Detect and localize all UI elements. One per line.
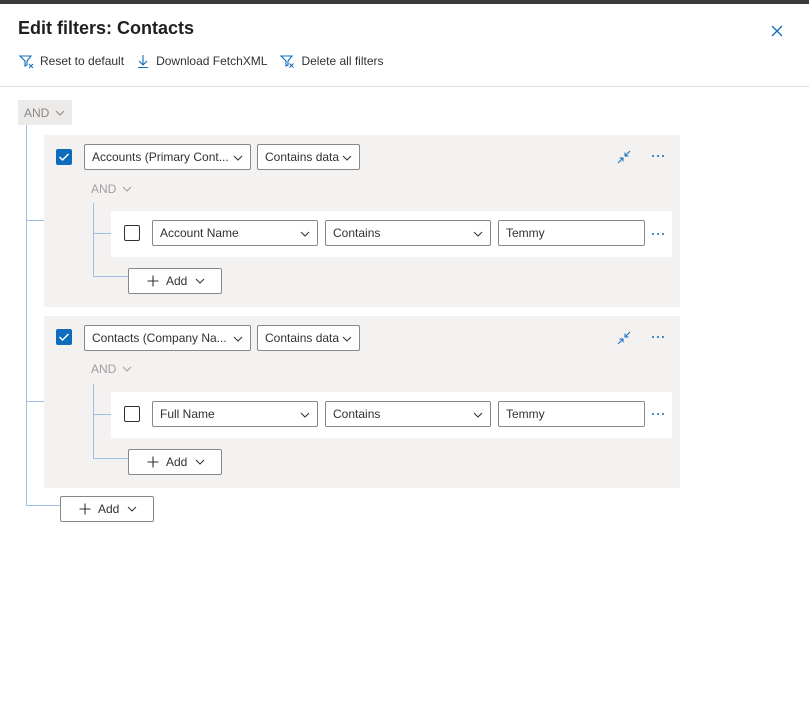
inner-operator-label: AND (91, 182, 117, 196)
chevron-down-icon (196, 278, 205, 284)
add-button[interactable]: Add (128, 449, 222, 475)
group-checkbox[interactable] (56, 149, 72, 165)
collapse-icon[interactable] (616, 149, 632, 165)
filter-delete-icon (280, 55, 295, 68)
more-options-icon[interactable] (648, 148, 668, 164)
root-add-label: Add (98, 502, 120, 516)
more-options-icon[interactable] (648, 226, 668, 242)
more-options-icon[interactable] (648, 329, 668, 345)
add-button[interactable]: Add (128, 268, 222, 294)
group-checkbox[interactable] (56, 329, 72, 345)
row-value-text: Temmy (506, 407, 545, 421)
add-label: Add (166, 455, 188, 469)
row-field-select[interactable]: Full Name (152, 401, 318, 427)
root-operator-label: AND (24, 105, 50, 120)
group-operator-value: Contains data (265, 150, 340, 164)
row-condition-select[interactable]: Contains (325, 401, 491, 427)
row-condition-select[interactable]: Contains (325, 220, 491, 246)
more-options-icon[interactable] (648, 406, 668, 422)
collapse-icon[interactable] (616, 330, 632, 346)
toolbar: Reset to default Download FetchXML Delet… (18, 52, 395, 70)
row-value-input[interactable]: Temmy (498, 220, 645, 246)
group-field-value: Accounts (Primary Cont... (92, 150, 229, 164)
download-label: Download FetchXML (156, 54, 268, 68)
chevron-down-icon (233, 336, 243, 342)
chevron-down-icon (122, 366, 132, 372)
row-condition-value: Contains (333, 226, 381, 240)
chevron-down-icon (196, 459, 205, 465)
delete-label: Delete all filters (301, 54, 384, 68)
connector-line (93, 414, 111, 415)
close-icon[interactable] (769, 23, 785, 39)
row-condition-value: Contains (333, 407, 381, 421)
group-field-value: Contacts (Company Na... (92, 331, 227, 345)
download-fetchxml-button[interactable]: Download FetchXML (136, 53, 267, 69)
row-checkbox[interactable] (124, 406, 140, 422)
filter-group: Accounts (Primary Cont... Contains data … (44, 135, 680, 307)
group-operator-select[interactable]: Contains data (257, 325, 360, 351)
chevron-down-icon (342, 336, 352, 342)
chevron-down-icon (55, 110, 65, 116)
row-checkbox[interactable] (124, 225, 140, 241)
root-operator-select[interactable]: AND (18, 100, 72, 125)
root-add-button[interactable]: Add (60, 496, 154, 522)
plus-icon (147, 275, 159, 287)
connector-line (26, 125, 27, 506)
chevron-down-icon (342, 155, 352, 161)
group-operator-value: Contains data (265, 331, 340, 345)
filter-group: Contacts (Company Na... Contains data AN… (44, 316, 680, 488)
condition-row: Account Name Contains Temmy (111, 211, 672, 257)
connector-line (26, 505, 60, 506)
connector-line (93, 458, 128, 459)
group-operator-select[interactable]: Contains data (257, 144, 360, 170)
top-bar (0, 0, 809, 4)
chevron-down-icon (473, 412, 483, 418)
connector-line (93, 203, 94, 277)
inner-operator-label: AND (91, 362, 117, 376)
plus-icon (147, 456, 159, 468)
inner-operator-select[interactable]: AND (91, 182, 132, 196)
chevron-down-icon (300, 412, 310, 418)
connector-line (93, 276, 128, 277)
connector-line (26, 220, 44, 221)
delete-all-filters-button[interactable]: Delete all filters (279, 53, 383, 69)
divider (0, 86, 809, 87)
download-icon (138, 55, 149, 69)
dialog-title: Edit filters: Contacts (18, 18, 195, 38)
reset-label: Reset to default (40, 54, 125, 68)
row-field-value: Account Name (160, 226, 239, 240)
row-value-input[interactable]: Temmy (498, 401, 645, 427)
group-field-select[interactable]: Accounts (Primary Cont... (84, 144, 251, 170)
connector-line (93, 384, 94, 459)
row-value-text: Temmy (506, 226, 545, 240)
chevron-down-icon (473, 231, 483, 237)
plus-icon (79, 503, 91, 515)
group-field-select[interactable]: Contacts (Company Na... (84, 325, 251, 351)
chevron-down-icon (128, 506, 137, 512)
add-label: Add (166, 274, 188, 288)
filter-reset-icon (18, 55, 34, 69)
checkmark-icon (58, 153, 70, 162)
reset-to-default-button[interactable]: Reset to default (18, 53, 124, 69)
row-field-value: Full Name (160, 407, 215, 421)
connector-line (93, 233, 111, 234)
chevron-down-icon (122, 186, 132, 192)
chevron-down-icon (233, 155, 243, 161)
chevron-down-icon (300, 231, 310, 237)
connector-line (26, 401, 44, 402)
inner-operator-select[interactable]: AND (91, 362, 132, 376)
condition-row: Full Name Contains Temmy (111, 392, 672, 438)
row-field-select[interactable]: Account Name (152, 220, 318, 246)
checkmark-icon (58, 333, 70, 342)
